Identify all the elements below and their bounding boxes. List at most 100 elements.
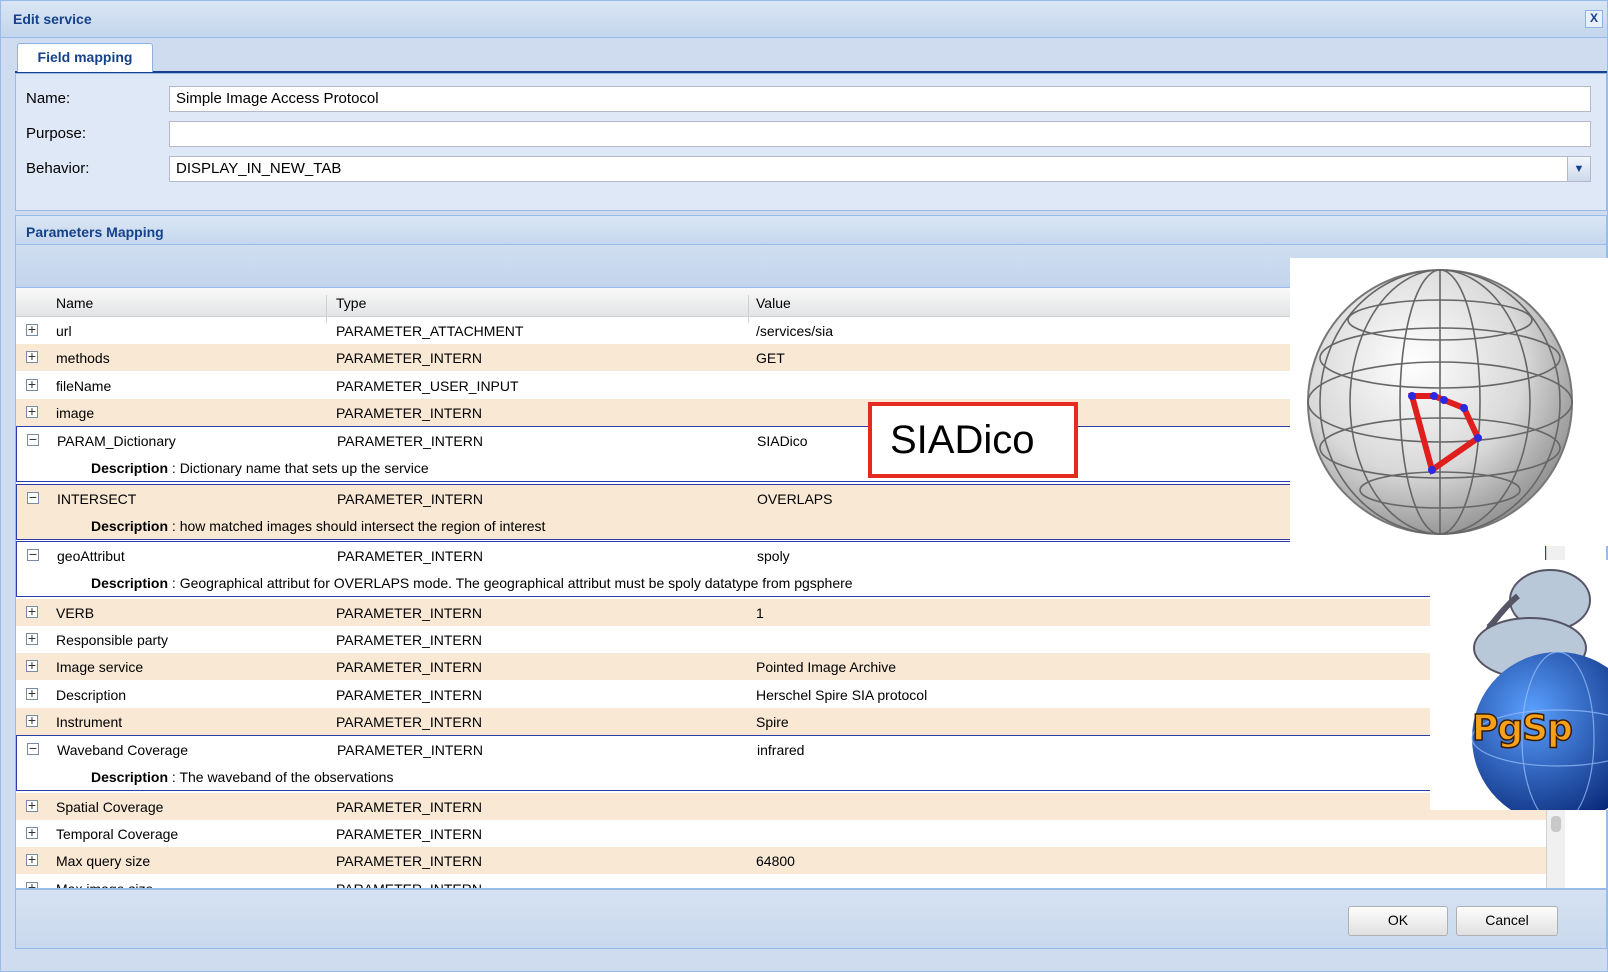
expand-icon[interactable]: + bbox=[26, 852, 38, 867]
table-row[interactable]: + Max query size PARAMETER_INTERN 64800 bbox=[16, 847, 1546, 875]
row-name-cell: VERB bbox=[56, 604, 95, 621]
row-value-cell: GET bbox=[756, 350, 785, 367]
row-description: Description : Dictionary name that sets … bbox=[91, 460, 429, 476]
row-type-cell: PARAMETER_ATTACHMENT bbox=[336, 323, 524, 339]
collapse-icon[interactable]: − bbox=[27, 547, 39, 562]
row-type-cell: PARAMETER_INTERN bbox=[336, 798, 482, 815]
row-name-cell: Spatial Coverage bbox=[56, 798, 164, 815]
row-type-cell: PARAMETER_INTERN bbox=[336, 826, 482, 842]
row-name-cell: fileName bbox=[56, 377, 112, 394]
row-value-cell: OVERLAPS bbox=[757, 490, 833, 507]
row-type-cell: PARAMETER_INTERN bbox=[336, 686, 482, 703]
row-value-cell: /services/sia bbox=[756, 323, 834, 339]
behavior-value: DISPLAY_IN_NEW_TAB bbox=[176, 160, 342, 177]
column-header-type[interactable]: Type bbox=[336, 295, 366, 311]
tab-strip: Field mapping bbox=[15, 39, 1607, 73]
collapse-icon[interactable]: − bbox=[27, 432, 39, 447]
row-name-cell: methods bbox=[56, 350, 110, 367]
name-input[interactable]: Simple Image Access Protocol bbox=[169, 86, 1591, 112]
column-header-name[interactable]: Name bbox=[56, 295, 93, 311]
description-label: Description bbox=[91, 769, 169, 786]
row-name-cell: Max image size bbox=[56, 880, 154, 889]
row-name-cell: Waveband Coverage bbox=[57, 742, 189, 759]
parameters-mapping-header: Parameters Mapping bbox=[15, 215, 1607, 245]
row-type-cell: PARAMETER_INTERN bbox=[337, 433, 483, 450]
row-value-cell: infrared bbox=[757, 742, 805, 759]
description-separator: : bbox=[168, 517, 180, 534]
row-name-cell: Responsible party bbox=[56, 632, 169, 648]
expand-icon[interactable]: + bbox=[26, 604, 38, 618]
parameters-mapping-title: Parameters Mapping bbox=[26, 224, 164, 240]
pgsphere-wordmark: PgSp bbox=[1471, 707, 1573, 750]
cancel-button[interactable]: Cancel bbox=[1456, 906, 1558, 936]
row-name-cell: Temporal Coverage bbox=[56, 826, 179, 842]
row-name-cell: Max query size bbox=[56, 853, 151, 870]
dialog-footer: OK Cancel bbox=[15, 889, 1607, 949]
row-name-cell: image bbox=[56, 404, 95, 421]
table-row[interactable]: + Spatial Coverage PARAMETER_INTERN bbox=[16, 792, 1546, 820]
expand-icon[interactable]: + bbox=[26, 349, 38, 364]
expand-icon[interactable]: + bbox=[26, 631, 38, 645]
table-row[interactable]: + VERB PARAMETER_INTERN 1 bbox=[16, 598, 1546, 626]
description-label: Description bbox=[91, 460, 169, 477]
row-name-cell: Instrument bbox=[56, 713, 123, 730]
row-value-cell: 64800 bbox=[756, 853, 795, 870]
siadico-callout: SIADico bbox=[868, 402, 1078, 478]
expand-icon[interactable]: + bbox=[26, 322, 38, 336]
row-type-cell: PARAMETER_INTERN bbox=[337, 742, 483, 759]
collapse-icon[interactable]: − bbox=[27, 741, 39, 756]
description-text: Dictionary name that sets up the service bbox=[179, 460, 429, 477]
description-label: Description bbox=[91, 575, 169, 592]
window-titlebar[interactable]: Edit service X bbox=[1, 1, 1607, 38]
column-header-value[interactable]: Value bbox=[756, 295, 791, 311]
expand-icon[interactable]: + bbox=[26, 713, 38, 727]
ok-button[interactable]: OK bbox=[1348, 906, 1448, 936]
service-form: Name: Simple Image Access Protocol Purpo… bbox=[15, 73, 1607, 211]
description-separator: : bbox=[168, 769, 180, 786]
collapse-icon[interactable]: − bbox=[27, 490, 39, 504]
row-type-cell: PARAMETER_INTERN bbox=[336, 404, 482, 421]
row-type-cell: PARAMETER_INTERN bbox=[336, 350, 482, 367]
tab-field-mapping[interactable]: Field mapping bbox=[17, 43, 153, 72]
expand-icon[interactable]: + bbox=[26, 825, 38, 839]
purpose-input[interactable] bbox=[169, 121, 1591, 147]
row-value-cell: Pointed Image Archive bbox=[756, 659, 897, 676]
row-type-cell: PARAMETER_INTERN bbox=[336, 880, 482, 889]
table-row[interactable]: + Max image size PARAMETER_INTERN bbox=[16, 875, 1546, 889]
description-label: Description bbox=[91, 517, 169, 534]
table-row[interactable]: − Waveband Coverage PARAMETER_INTERN infrar… bbox=[16, 735, 1546, 792]
row-name-cell: PARAM_Dictionary bbox=[57, 433, 176, 450]
table-row[interactable]: + Responsible party PARAMETER_INTERN bbox=[16, 626, 1546, 653]
description-text: how matched images should intersect the … bbox=[179, 517, 546, 534]
expand-icon[interactable]: + bbox=[26, 880, 38, 888]
table-row[interactable]: + Image service PARAMETER_INTERN Pointed Im… bbox=[16, 653, 1546, 681]
scrollbar-thumb[interactable] bbox=[1551, 816, 1561, 832]
row-type-cell: PARAMETER_INTERN bbox=[336, 659, 482, 676]
expand-icon[interactable]: + bbox=[26, 658, 38, 673]
row-type-cell: PARAMETER_INTERN bbox=[337, 548, 483, 565]
description-text: Geographical attribut for OVERLAPS mode.… bbox=[179, 575, 853, 592]
sphere-icon bbox=[1307, 269, 1573, 535]
behavior-label: Behavior: bbox=[26, 160, 90, 177]
row-value-cell: SIADico bbox=[757, 433, 808, 450]
expand-icon[interactable]: + bbox=[26, 404, 38, 418]
table-row[interactable]: + Description PARAMETER_INTERN Herschel Spi… bbox=[16, 681, 1546, 708]
row-type-cell: PARAMETER_INTERN bbox=[337, 490, 483, 507]
expand-icon[interactable]: + bbox=[26, 377, 38, 391]
close-icon[interactable]: X bbox=[1585, 10, 1603, 28]
behavior-select[interactable]: DISPLAY_IN_NEW_TAB ▼ bbox=[169, 156, 1591, 182]
expand-icon[interactable]: + bbox=[26, 686, 38, 700]
row-name-cell: Description bbox=[56, 686, 127, 703]
row-type-cell: PARAMETER_INTERN bbox=[336, 853, 482, 870]
table-row[interactable]: + Instrument PARAMETER_INTERN Spire bbox=[16, 707, 1546, 735]
expand-icon[interactable]: + bbox=[26, 798, 38, 812]
chevron-down-icon[interactable]: ▼ bbox=[1567, 156, 1591, 182]
row-description: Description : The waveband of the observ… bbox=[91, 769, 393, 785]
row-name-cell: Image service bbox=[56, 659, 144, 676]
row-type-cell: PARAMETER_USER_INPUT bbox=[336, 377, 519, 394]
sphere-polygon-illustration bbox=[1290, 258, 1608, 546]
table-row[interactable]: − geoAttribut PARAMETER_INTERN spoly Descrip… bbox=[16, 541, 1546, 598]
row-description: Description : how matched images should … bbox=[91, 518, 545, 534]
table-row[interactable]: + Temporal Coverage PARAMETER_INTERN bbox=[16, 820, 1546, 847]
row-description: Description : Geographical attribut for … bbox=[91, 575, 853, 591]
